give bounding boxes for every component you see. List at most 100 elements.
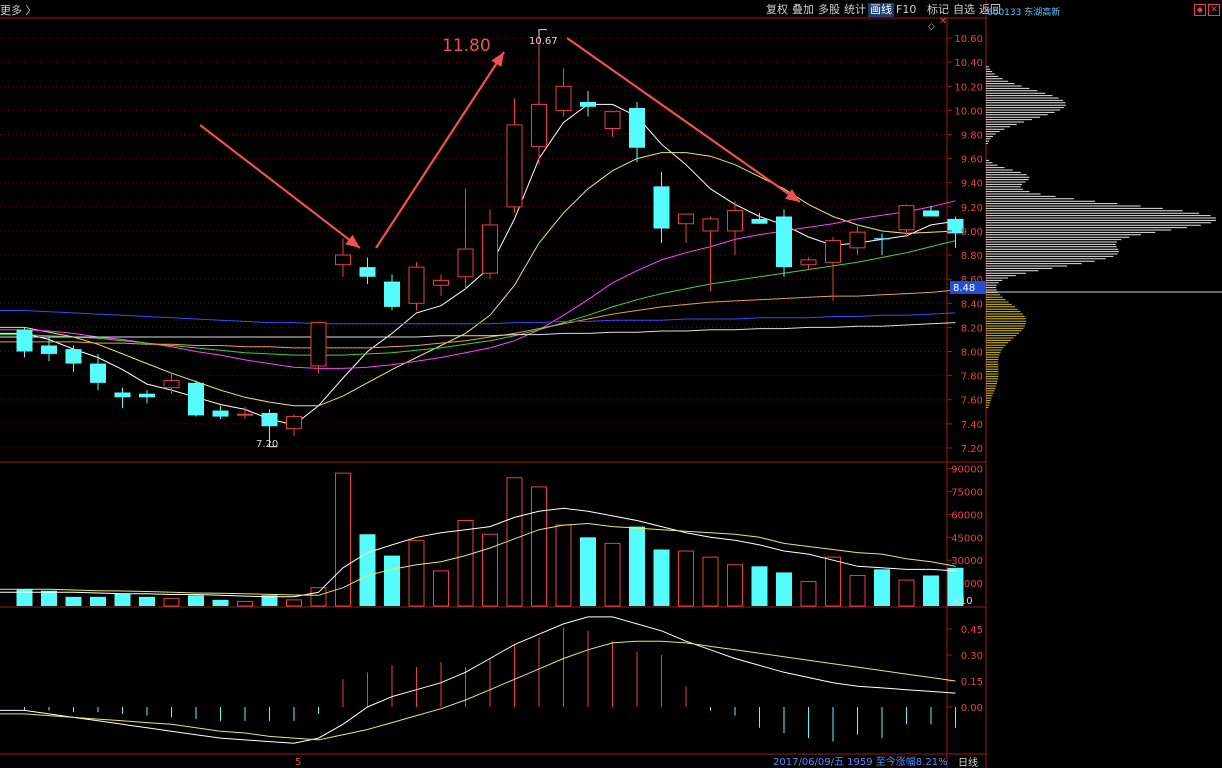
candlestick-series[interactable]: [16, 29, 964, 448]
candle-body: [335, 254, 351, 266]
price-axis: 10.60 10.40 10.20 10.00 9.80 9.60 9.40 9.20 9.00…: [947, 34, 983, 455]
candle-22: [555, 68, 572, 117]
volume-bar-18: [457, 519, 474, 607]
volume-tick-label: 60000: [951, 510, 983, 521]
candle-body: [41, 345, 57, 354]
current-price-tag: 8.48: [953, 283, 975, 294]
price-tick-label: 8.20: [961, 323, 983, 334]
candle-6: [163, 373, 180, 394]
volume-bar-9: [237, 600, 253, 607]
stock-code-label: 600133 东湖高新: [987, 5, 1060, 18]
candle-23: [580, 91, 596, 117]
volume-bar-24: [604, 542, 621, 607]
price-tick-label: 10.40: [954, 58, 983, 69]
candle-body: [776, 216, 792, 268]
candle-body: [874, 238, 890, 240]
macd-tick-label: 0.15: [961, 677, 983, 688]
macd-line-1: [0, 640, 956, 741]
volume-tick-label: 30000: [951, 556, 983, 567]
candle-body: [898, 205, 915, 231]
volume-bar-2: [65, 596, 82, 606]
down-arrow-1: [199, 124, 361, 249]
candle-body: [188, 382, 204, 416]
candle-18: [457, 188, 474, 289]
volume-bar-7: [188, 595, 204, 606]
candle-34: [849, 224, 866, 256]
toolbar-button-6[interactable]: 标记: [925, 3, 951, 17]
price-tick-label: 9.60: [961, 155, 983, 166]
candle-body: [629, 108, 645, 148]
volume-bar-8: [212, 599, 229, 606]
candle-11: [286, 414, 302, 436]
volume-bar-21: [531, 486, 547, 607]
diamond-icon: ◇: [928, 22, 935, 32]
candle-body: [800, 259, 817, 266]
price-tick-label: 10.20: [954, 82, 983, 93]
volume-bar-19: [482, 533, 498, 607]
volume-bar-29: [727, 564, 743, 607]
volume-tick-label: 45000: [951, 533, 983, 544]
candle-14: [359, 257, 376, 284]
volume-bar-1: [41, 590, 57, 606]
toolbar-button-3[interactable]: 统计: [842, 3, 868, 17]
volume-bar-20: [506, 477, 523, 607]
price-tick-label: 10.60: [954, 34, 983, 45]
volume-bar-3: [90, 596, 106, 606]
close-icon[interactable]: ✕: [1208, 4, 1220, 16]
toolbar-button-2[interactable]: 多股: [816, 3, 842, 17]
candle-20: [506, 98, 523, 213]
volume-bar-14: [359, 534, 376, 606]
volume-tick-label: 75000: [951, 487, 983, 498]
volume-panel: 900007500060000450003000015000: [0, 465, 983, 607]
candle-36: [898, 204, 915, 237]
peak-price-label: 10.67: [529, 36, 558, 47]
candle-body: [457, 248, 474, 278]
header-left-label[interactable]: 更多 〉: [0, 3, 37, 17]
candle-3: [90, 353, 106, 391]
candle-body: [653, 186, 670, 229]
candle-16: [408, 262, 425, 311]
gear-icon[interactable]: ◆: [1194, 4, 1206, 16]
candle-body: [506, 124, 523, 208]
volume-bar-6: [163, 597, 180, 607]
volume-bar-16: [408, 539, 425, 607]
volume-bar-4: [114, 593, 131, 606]
price-ma-line-2: [0, 200, 956, 369]
candle-1: [41, 337, 57, 362]
close-small-icon[interactable]: ✕: [939, 16, 947, 27]
volume-bar-5: [139, 596, 155, 606]
volume-bar-12: [310, 587, 327, 607]
price-tick-label: 7.80: [961, 372, 983, 383]
candle-body: [139, 393, 155, 398]
candle-25: [629, 101, 645, 163]
stock-name: 东湖高新: [1024, 8, 1061, 18]
toolbar-button-5[interactable]: F10: [894, 3, 918, 17]
period-label[interactable]: 日线: [958, 756, 978, 768]
volume-unit-label: X10: [953, 596, 973, 607]
price-tick-label: 9.80: [961, 131, 983, 142]
down-arrow-1-head: [345, 234, 360, 248]
volume-bar-36: [898, 579, 915, 607]
toolbar-button-7[interactable]: 自选: [951, 3, 977, 17]
candle-17: [433, 274, 449, 297]
candle-body: [16, 329, 33, 352]
candle-29: [727, 200, 743, 256]
price-tick-label: 8.40: [961, 299, 983, 310]
candle-27: [678, 213, 694, 244]
volume-bar-30: [751, 566, 768, 606]
macd-tick-label: 0.00: [961, 703, 983, 714]
candle-body: [751, 218, 768, 224]
stock-chart-canvas[interactable]: 10.60 10.40 10.20 10.00 9.80 9.60 9.40 9.20 9.00…: [0, 0, 1222, 768]
candle-31: [776, 209, 792, 277]
candle-15: [384, 274, 400, 311]
volume-bar-0: [16, 589, 33, 606]
toolbar-button-1[interactable]: 叠加: [790, 3, 816, 17]
up-arrow: [375, 51, 505, 249]
toolbar-button-0[interactable]: 复权: [764, 3, 790, 17]
toolbar-button-4[interactable]: 画线: [868, 3, 894, 17]
candle-body: [384, 281, 400, 307]
candle-body: [237, 413, 253, 416]
volume-bar-27: [678, 550, 694, 607]
candle-0: [16, 327, 33, 358]
low-price-label: 7.20: [256, 439, 278, 450]
